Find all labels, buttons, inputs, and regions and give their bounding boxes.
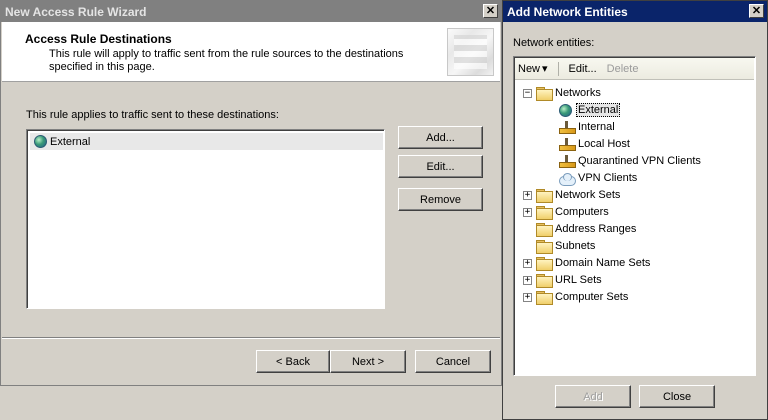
tree-node-internal[interactable]: Internal — [559, 119, 615, 135]
network-icon — [559, 138, 576, 151]
delete-toolbar-button[interactable]: Delete — [607, 63, 639, 75]
close-icon: ✕ — [485, 4, 496, 17]
expand-icon[interactable]: + — [523, 207, 532, 217]
tree-node-label: Networks — [555, 87, 601, 99]
network-icon — [559, 155, 576, 168]
wizard-banner-image — [447, 28, 494, 76]
folder-icon — [536, 189, 553, 203]
folder-open-icon — [536, 87, 553, 101]
cancel-button[interactable]: Cancel — [415, 350, 491, 373]
folder-icon — [536, 223, 553, 237]
remove-button[interactable]: Remove — [398, 188, 483, 211]
tree-node-external[interactable]: External — [559, 102, 621, 118]
folder-icon — [536, 206, 553, 220]
globe-icon — [34, 135, 47, 148]
entities-toolbar: New ▾ Edit... Delete — [515, 58, 754, 80]
folder-icon — [536, 291, 553, 305]
new-access-rule-wizard-window: New Access Rule Wizard ✕ Access Rule Des… — [0, 0, 502, 386]
add-network-entities-window: Add Network Entities ✕ Network entities:… — [502, 0, 768, 420]
page-title: Access Rule Destinations — [25, 32, 172, 46]
expand-icon[interactable]: + — [523, 190, 532, 200]
entities-title: Add Network Entities — [507, 4, 628, 19]
close-button[interactable]: Close — [639, 385, 715, 408]
tree-node-domain-name-sets[interactable]: + Domain Name Sets — [523, 255, 650, 271]
tree-node-label: Subnets — [555, 240, 596, 252]
tree-node-local-host[interactable]: Local Host — [559, 136, 630, 152]
wizard-titlebar[interactable]: New Access Rule Wizard ✕ — [1, 1, 501, 22]
folder-icon — [536, 257, 553, 271]
collapse-icon[interactable]: − — [523, 88, 532, 98]
expand-icon[interactable]: + — [523, 258, 532, 268]
tree-node-label: Quarantined VPN Clients — [578, 155, 701, 167]
tree-node-quarantined-vpn-clients[interactable]: Quarantined VPN Clients — [559, 153, 701, 169]
expand-icon[interactable]: + — [523, 292, 532, 302]
tree-node-subnets[interactable]: Subnets — [536, 238, 595, 254]
tree-node-label: External — [576, 103, 621, 117]
tree-node-label: Computer Sets — [555, 291, 629, 303]
wizard-close-button[interactable]: ✕ — [483, 4, 498, 18]
folder-icon — [536, 240, 553, 254]
entities-titlebar[interactable]: Add Network Entities ✕ — [503, 1, 767, 22]
tree-node-label: Local Host — [578, 138, 630, 150]
network-entities-panel: New ▾ Edit... Delete − Networks External — [513, 56, 756, 376]
list-item[interactable]: External — [30, 133, 383, 150]
footer-divider — [2, 337, 500, 339]
add-button[interactable]: Add... — [398, 126, 483, 149]
tree-node-label: VPN Clients — [578, 172, 638, 184]
tree-node-label: Computers — [555, 206, 609, 218]
tree-node-label: Domain Name Sets — [555, 257, 651, 269]
close-icon: ✕ — [751, 4, 762, 17]
add-entity-button[interactable]: Add — [555, 385, 631, 408]
tree-node-address-ranges[interactable]: Address Ranges — [536, 221, 636, 237]
destinations-list[interactable]: External — [26, 129, 385, 309]
network-entities-label: Network entities: — [513, 37, 595, 49]
expand-icon[interactable]: + — [523, 275, 532, 285]
tree-node-computer-sets[interactable]: + Computer Sets — [523, 289, 628, 305]
destination-label: External — [50, 135, 91, 148]
tree-node-network-sets[interactable]: + Network Sets — [523, 187, 620, 203]
destinations-label: This rule applies to traffic sent to the… — [26, 109, 279, 121]
tree-node-label: URL Sets — [555, 274, 602, 286]
edit-toolbar-label: Edit... — [568, 62, 597, 75]
new-label: New — [518, 62, 541, 75]
tree-node-networks[interactable]: − Networks — [523, 85, 601, 101]
back-button[interactable]: < Back — [256, 350, 330, 373]
network-entities-tree[interactable]: − Networks External Internal Local Host … — [514, 83, 755, 375]
tree-node-vpn-clients[interactable]: VPN Clients — [559, 170, 637, 186]
page-subtitle: This rule will apply to traffic sent fro… — [49, 48, 404, 73]
network-icon — [559, 121, 576, 134]
tree-node-computers[interactable]: + Computers — [523, 204, 609, 220]
tree-node-label: Internal — [578, 121, 615, 133]
wizard-title: New Access Rule Wizard — [5, 4, 147, 19]
entities-close-button[interactable]: ✕ — [749, 4, 764, 18]
next-button[interactable]: Next > — [330, 350, 406, 373]
tree-node-label: Network Sets — [555, 189, 621, 201]
toolbar-separator — [557, 61, 559, 76]
globe-icon — [559, 103, 572, 117]
new-menu-button[interactable]: New ▾ — [518, 62, 548, 76]
edit-toolbar-button[interactable]: Edit... — [569, 63, 597, 75]
dropdown-arrow-icon: ▾ — [542, 63, 548, 75]
tree-node-url-sets[interactable]: + URL Sets — [523, 272, 602, 288]
cloud-icon — [559, 172, 576, 186]
edit-button[interactable]: Edit... — [398, 155, 483, 178]
tree-node-label: Address Ranges — [555, 223, 637, 235]
delete-toolbar-label: Delete — [606, 62, 639, 75]
wizard-header: Access Rule Destinations This rule will … — [2, 22, 500, 82]
folder-icon — [536, 274, 553, 288]
